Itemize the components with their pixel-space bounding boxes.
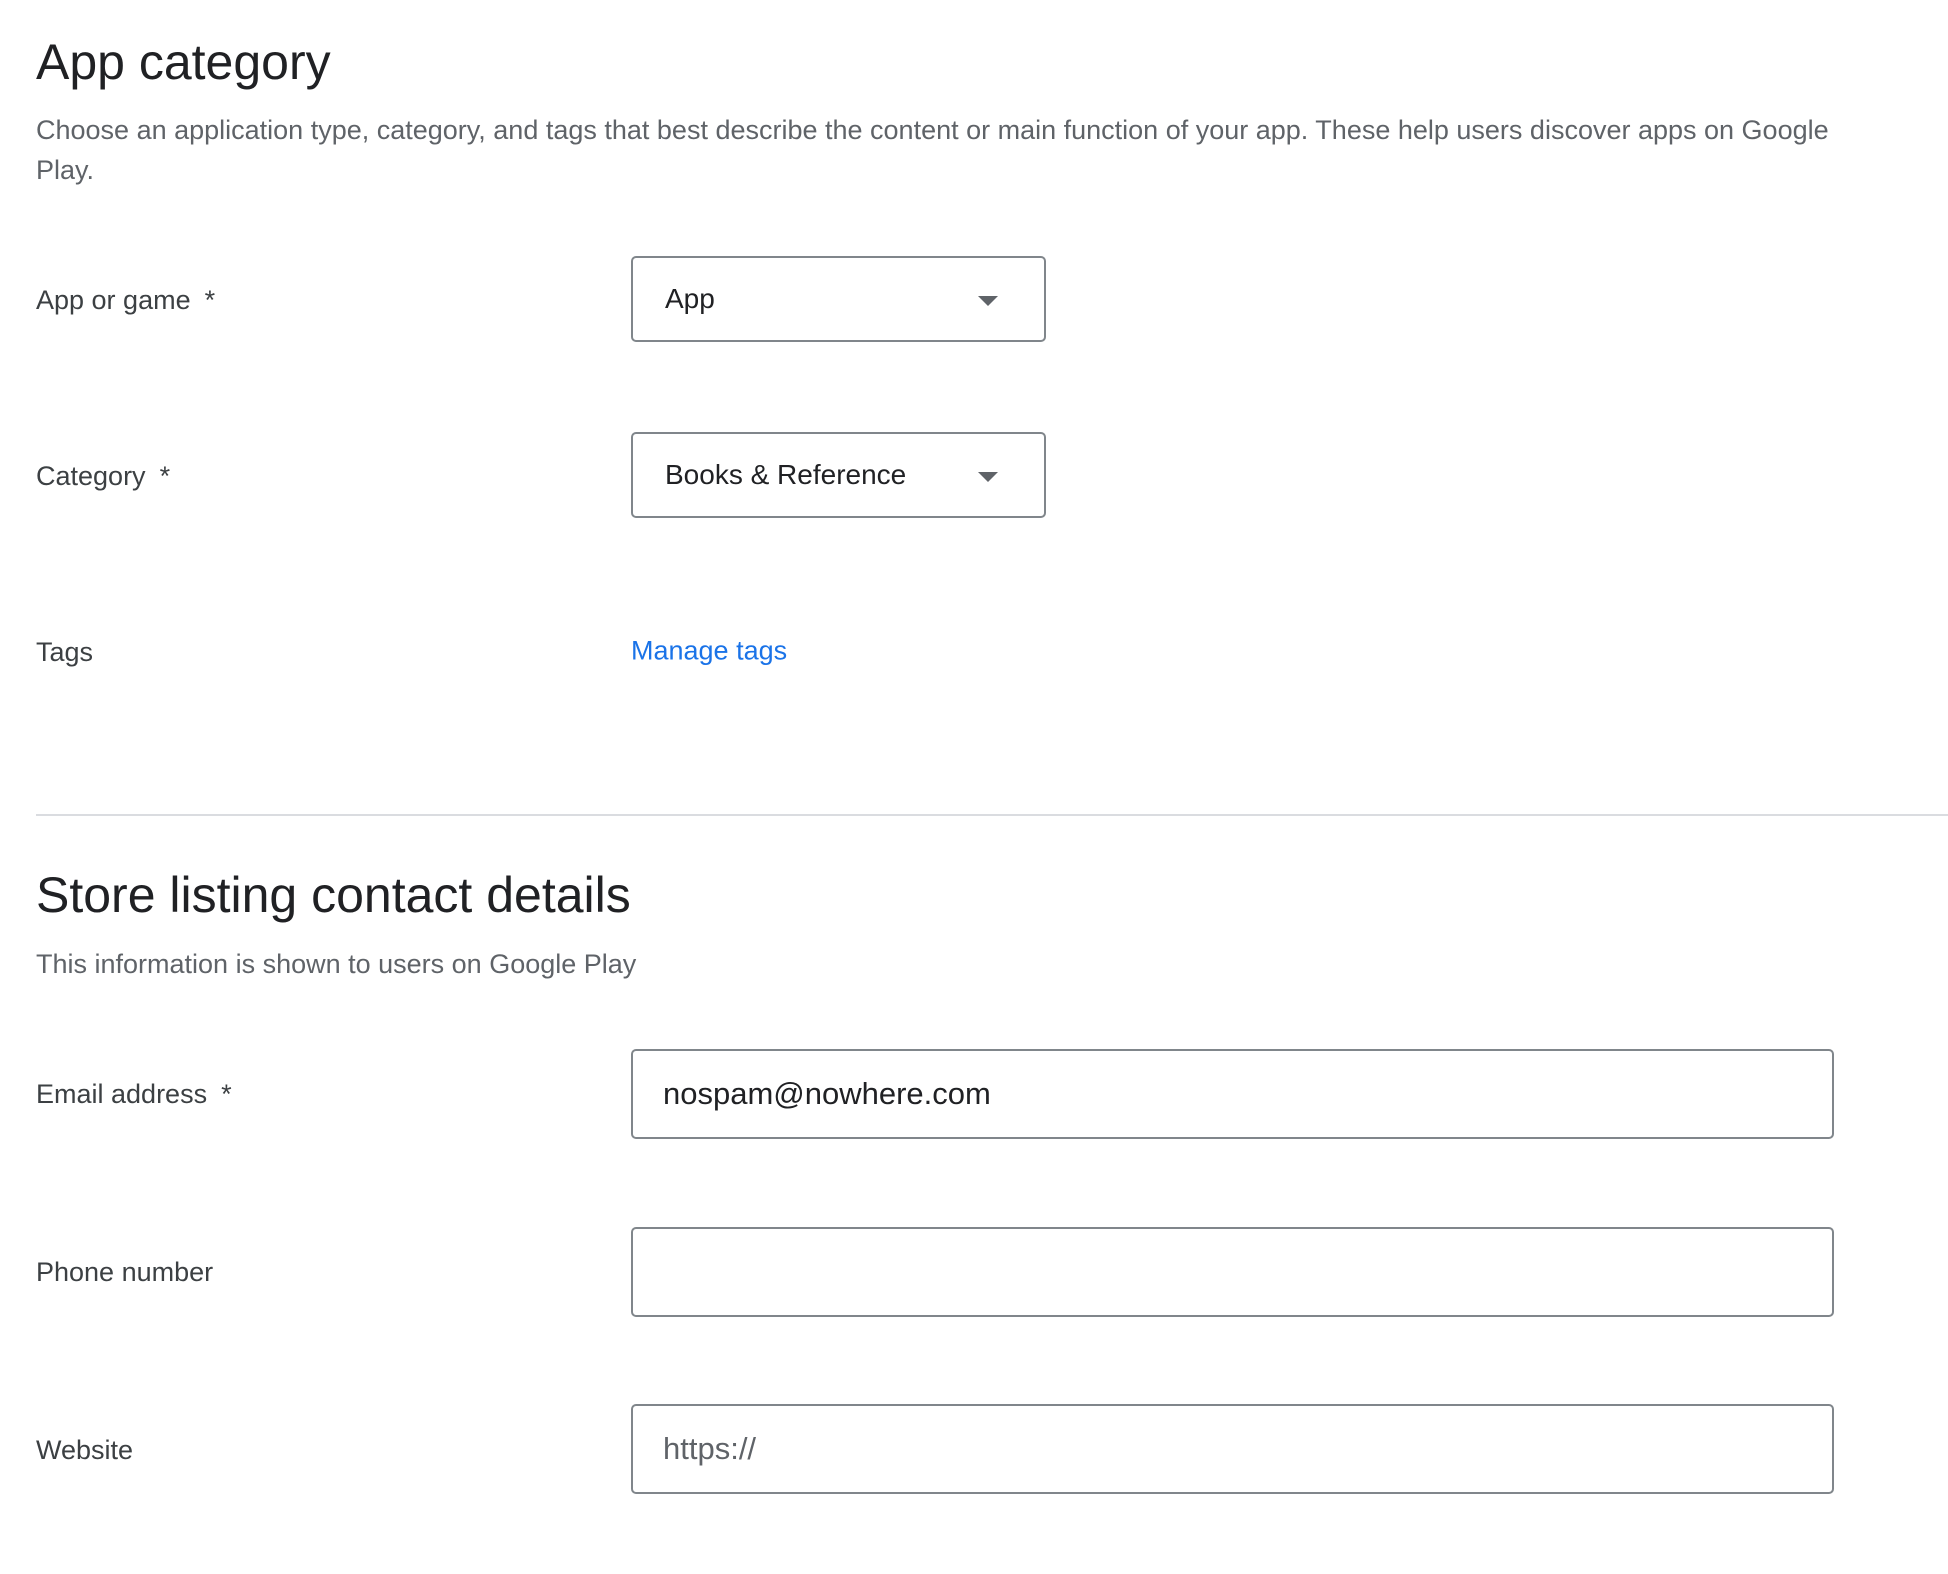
dropdown-arrow-icon <box>978 296 998 306</box>
app-or-game-select[interactable]: App <box>631 256 1046 342</box>
required-mark: * <box>159 461 171 491</box>
dropdown-arrow-icon <box>978 472 998 482</box>
label-text: App or game <box>36 285 191 315</box>
tags-label: Tags <box>36 637 94 667</box>
website-field[interactable] <box>631 1404 1834 1494</box>
app-category-description: Choose an application type, category, an… <box>36 115 1829 185</box>
section-divider <box>36 814 1948 816</box>
contact-details-title: Store listing contact details <box>36 867 631 923</box>
selected-value: Books & Reference <box>665 459 907 490</box>
phone-field[interactable] <box>631 1227 1834 1317</box>
app-or-game-label: App or game * <box>36 283 215 317</box>
label-text: Email address <box>36 1079 208 1109</box>
email-label: Email address * <box>36 1077 232 1111</box>
email-field[interactable] <box>631 1049 1834 1139</box>
category-select[interactable]: Books & Reference <box>631 432 1046 518</box>
phone-label: Phone number <box>36 1257 214 1287</box>
required-mark: * <box>221 1079 232 1109</box>
website-label: Website <box>36 1435 134 1465</box>
app-category-title: App category <box>36 34 331 90</box>
required-mark: * <box>204 285 216 315</box>
manage-tags-link[interactable]: Manage tags <box>631 636 787 667</box>
contact-details-description: This information is shown to users on Go… <box>36 949 637 979</box>
label-text: Category <box>36 461 146 491</box>
selected-value: App <box>665 283 715 314</box>
category-label: Category * <box>36 459 170 493</box>
